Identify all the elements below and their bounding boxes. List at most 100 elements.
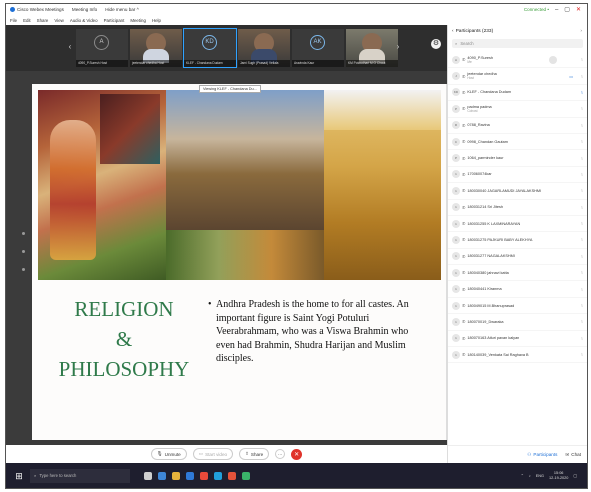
participants-panel: ‹ Participants (233) › ⌕ Search A ✆ 4090… [447,25,587,463]
menu-meeting[interactable]: Meeting [130,18,146,23]
menu-edit[interactable]: Edit [23,18,31,23]
volume-icon[interactable]: ♪ [529,474,531,478]
collapse-icon[interactable]: ‹ [452,29,454,34]
participant-row[interactable]: 1 ✆ 180030040 JAGARLAMUDI JAYALAKSHMI ⌇ [448,183,587,200]
language-indicator[interactable]: ENG [536,474,544,478]
participant-row[interactable]: 1 ✆ 170060074kar ⌇ [448,167,587,184]
meeting-info-tab[interactable]: Meeting Info [72,7,97,12]
participant-row[interactable]: 1 ✆ 180040380 jahnavi katta ⌇ [448,265,587,282]
maximize-button[interactable]: ▢ [564,6,570,13]
temple-image [324,90,441,280]
participant-row[interactable]: 1 ✆ 180031277 NAGALAKSHMI ⌇ [448,249,587,266]
menu-audio-video[interactable]: Audio & Video [70,18,98,23]
close-window-button[interactable]: ✕ [576,6,581,13]
taskbar-search-input[interactable]: ⌕ Type here to search [30,468,130,483]
participant-row[interactable]: P ✆ 1064_parminder kaur ⌇ [448,150,587,167]
menu-participant[interactable]: Participant [104,18,125,23]
participant-name: 180070163 Atluri pavan kalyan [467,336,520,341]
avatar: R [452,121,460,130]
layout-settings-icon[interactable]: ⚙ [431,39,441,49]
participant-row[interactable]: R ✆ 0788_Ravina ⌇ [448,118,587,134]
menu-share[interactable]: Share [37,18,49,23]
participant-row[interactable]: 1 ✆ 180049015 M.Bhanuprasad ⌇ [448,298,587,315]
participant-row[interactable]: KD ✆ KLEF - Chandana Dudam ⌇ [448,85,587,102]
participant-row[interactable]: 1 ✆ 180040441 Kiranma ⌇ [448,281,587,298]
mic-muted-icon[interactable]: ⌇ [581,221,583,226]
mic-muted-icon[interactable]: ⌇ [581,270,583,275]
webex-logo-icon [10,7,15,12]
webex-taskbar-icon[interactable] [214,471,222,480]
avatar: 1 [452,170,460,179]
mic-muted-icon[interactable]: ⌇ [581,106,583,111]
file-explorer-icon[interactable] [172,471,180,480]
menu-view[interactable]: View [54,18,63,23]
video-tile[interactable]: KM Potoudhari M O Chaut [346,29,398,67]
menu-help[interactable]: Help [152,18,161,23]
mic-muted-icon[interactable]: ⌇ [581,205,583,210]
share-button[interactable]: ⇧ Share [239,448,270,460]
participant-name: KLEF - Chandana Dudam [467,90,512,95]
video-tile[interactable]: jeetendar chedha Host [130,29,182,67]
participant-row[interactable]: A ✆ 4090_P.Suresh Me ⌇ [448,52,587,69]
meetings-icon[interactable] [242,471,250,480]
phone-icon: ✆ [462,155,466,161]
mic-muted-icon[interactable]: ⌇ [581,188,583,193]
video-tile[interactable]: A 4090_P.Suresh Host [76,29,128,67]
video-tile-active[interactable]: KD KLEF - Chandana Dudam [183,28,237,68]
task-view-icon[interactable] [144,471,152,480]
end-meeting-button[interactable]: ✕ [291,448,303,460]
mic-muted-icon[interactable]: ⌇ [581,74,583,79]
participant-row[interactable]: 1 ✆ 180031255 K LAXMINARAYAN ⌇ [448,216,587,233]
hide-menu-bar-tab[interactable]: Hide menu bar ^ [105,7,139,12]
mic-muted-icon[interactable]: ⌇ [581,237,583,242]
notifications-icon[interactable]: ▢ [573,473,577,478]
participant-row[interactable]: 1 ✆ 180070163 Atluri pavan kalyan ⌇ [448,331,587,348]
unmute-button[interactable]: 🎙 Unmute [150,448,187,460]
mic-muted-icon[interactable]: ⌇ [581,336,583,341]
chrome-icon[interactable] [200,471,208,480]
panel-menu-icon[interactable]: › [580,29,582,34]
chat-button[interactable]: ✉ Chat [565,452,581,458]
participant-row[interactable]: 1 ✆ 180031275 PAJKURI BABY ALEKHYA ⌇ [448,232,587,249]
mic-muted-icon[interactable]: ⌇ [581,172,583,177]
participants-button[interactable]: ⚇ Participants [527,452,557,458]
mic-muted-icon[interactable]: ⌇ [581,57,583,62]
mic-muted-icon[interactable]: ⌇ [581,287,583,292]
more-options-button[interactable]: ··· [275,449,286,459]
participant-row[interactable]: 1 ✆ 180140039_Venkata Sai Raghava B ⌇ [448,347,587,364]
phone-icon: ✆ [462,106,466,112]
mic-muted-icon[interactable]: ⌇ [581,352,583,357]
mic-muted-icon[interactable]: ⌇ [581,123,583,128]
app-brand: Cisco Webex Meetings [10,7,64,12]
participant-search-input[interactable]: ⌕ Search [452,39,583,48]
mic-muted-icon[interactable]: ⌇ [581,319,583,324]
strip-next-arrow-icon[interactable]: › [394,40,402,54]
start-video-button[interactable]: ▭ Start video [192,448,234,460]
mic-muted-icon[interactable]: ⌇ [581,139,583,144]
participant-row[interactable]: J ✆ jeetendar chedha Host ▭ ⌇ [448,68,587,85]
office-icon[interactable] [228,471,236,480]
edge-icon[interactable] [158,471,166,480]
avatar: 1 [452,186,460,195]
avatar: P [452,104,460,113]
video-tile[interactable]: Jami Sugh (Prasad) Vellala [238,29,290,67]
windows-start-icon[interactable]: ⊞ [12,469,26,483]
minimize-button[interactable]: – [555,7,558,13]
mic-muted-icon[interactable]: ⌇ [581,156,583,161]
avatar: 1 [452,285,460,294]
network-icon[interactable]: ⌃ [521,473,524,478]
strip-prev-arrow-icon[interactable]: ‹ [66,40,74,54]
store-icon[interactable] [186,471,194,480]
participant-row[interactable]: 1 ✆ 180070019_Dwaraka ⌇ [448,314,587,331]
video-tile[interactable]: AK Aravinda Kaur [292,29,344,67]
menu-file[interactable]: File [10,18,17,23]
system-clock[interactable]: 15:06 12-19-2020 [549,471,568,481]
mic-active-icon[interactable]: ⌇ [581,90,583,95]
participant-row[interactable]: 1 ✆ 180031214 Sri Jitesh ⌇ [448,200,587,216]
participant-role: Me [467,59,472,64]
participant-row[interactable]: C ✆ 0998_Chandan Gautam ⌇ [448,134,587,151]
mic-muted-icon[interactable]: ⌇ [581,254,583,259]
avatar: 1 [452,219,460,228]
mic-muted-icon[interactable]: ⌇ [581,303,583,308]
participant-row[interactable]: P ✆ padma padma Cohost ⌇ [448,101,587,118]
